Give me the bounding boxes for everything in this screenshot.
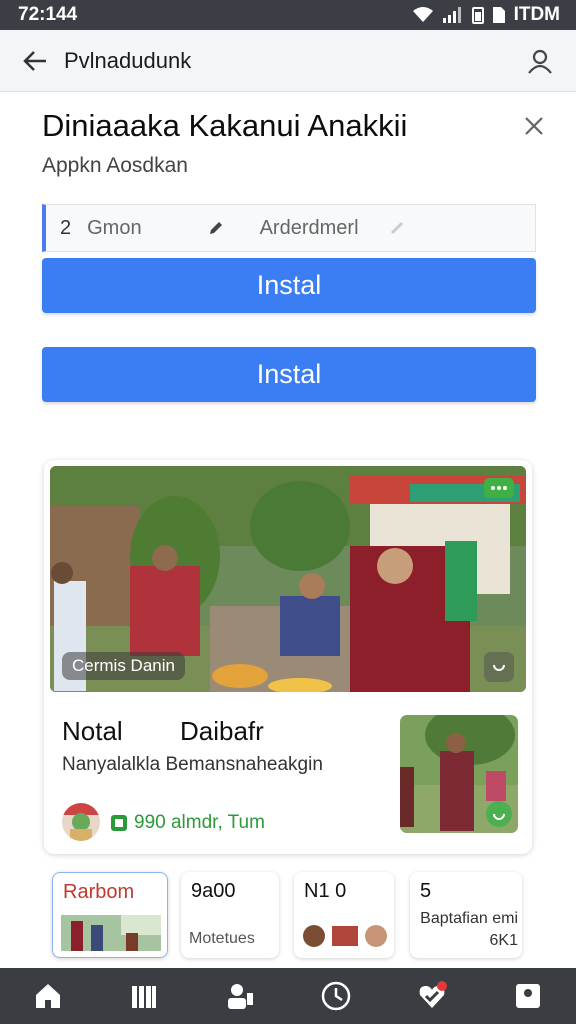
- photo-badge-icon: [484, 478, 514, 498]
- link-icon: [389, 220, 405, 236]
- stat-card-2[interactable]: 9a00 Motetues: [181, 872, 279, 958]
- stat-card-3[interactable]: N1 0: [294, 872, 394, 958]
- close-icon[interactable]: [520, 112, 548, 140]
- stat-value-4: 5: [420, 880, 432, 902]
- status-right-text: ITDM: [513, 4, 560, 25]
- wifi-icon: [412, 7, 433, 22]
- expand-icon[interactable]: [484, 652, 514, 682]
- signal-icon: [442, 7, 461, 23]
- install-button-secondary[interactable]: Instal: [42, 347, 536, 402]
- field-placeholder: Gmon: [87, 216, 142, 239]
- stat-label-4: Baptafian emi 6K1: [420, 910, 518, 949]
- library-icon[interactable]: [124, 976, 164, 1016]
- photo-caption: Cermis Danin: [62, 652, 185, 680]
- thumbnail-badge-icon: [486, 801, 512, 827]
- card-description: Nanyalalkla Bemansnaheakgin: [62, 754, 323, 775]
- pencil-icon[interactable]: [208, 220, 224, 236]
- card-photo: Cermis Danin: [50, 466, 526, 692]
- sim-icon: [492, 7, 505, 23]
- stat-value-1: Rarbom: [63, 881, 135, 903]
- back-arrow-icon[interactable]: [22, 48, 48, 74]
- account-icon[interactable]: [526, 47, 554, 75]
- card-title-primary: Notal: [62, 716, 123, 746]
- card-title-secondary: Daibafr: [180, 716, 264, 746]
- home-icon[interactable]: [28, 976, 68, 1016]
- stat-card-4[interactable]: 5 Baptafian emi 6K1: [410, 872, 522, 958]
- clock-icon[interactable]: [316, 976, 356, 1016]
- install-button[interactable]: Instal: [42, 258, 536, 313]
- page-heading: Diniaaaka Kakanui Anakkii: [42, 108, 408, 143]
- content-card[interactable]: Cermis Danin Notal Daibafr Nanyalalkla B…: [44, 460, 532, 854]
- bottom-nav: [0, 968, 576, 1024]
- profile-icon[interactable]: [508, 976, 548, 1016]
- stat-card-1[interactable]: Rarbom: [52, 872, 168, 958]
- battery-icon: [471, 7, 484, 24]
- field-placeholder-2: Arderdmerl: [259, 216, 359, 239]
- app-bar: Pvlnadudunk: [0, 30, 576, 92]
- card-meta-text: 990 almdr, Tum: [134, 812, 265, 833]
- status-bar: 72:144 ITDM: [0, 0, 576, 30]
- status-time: 72:144: [18, 4, 78, 25]
- stat-thumb-1: [61, 915, 161, 951]
- input-field[interactable]: 2 Gmon Arderdmerl: [42, 204, 536, 252]
- page-subheading: Appkn Aosdkan: [42, 154, 188, 177]
- field-value: 2: [60, 216, 72, 239]
- card-thumbnail[interactable]: [400, 715, 518, 833]
- app-bar-title: Pvlnadudunk: [64, 47, 192, 73]
- stat-value-2: 9a00: [191, 880, 236, 902]
- card-meta: 990 almdr, Tum: [110, 812, 265, 834]
- heart-badge-icon[interactable]: [412, 976, 452, 1016]
- card-avatar: [62, 803, 100, 841]
- people-icon[interactable]: [220, 976, 260, 1016]
- stat-value-3: N1 0: [304, 880, 347, 902]
- stat-label-2: Motetues: [189, 930, 255, 947]
- card-meta-icon: [111, 815, 127, 831]
- stat-avatars-3: [303, 925, 387, 947]
